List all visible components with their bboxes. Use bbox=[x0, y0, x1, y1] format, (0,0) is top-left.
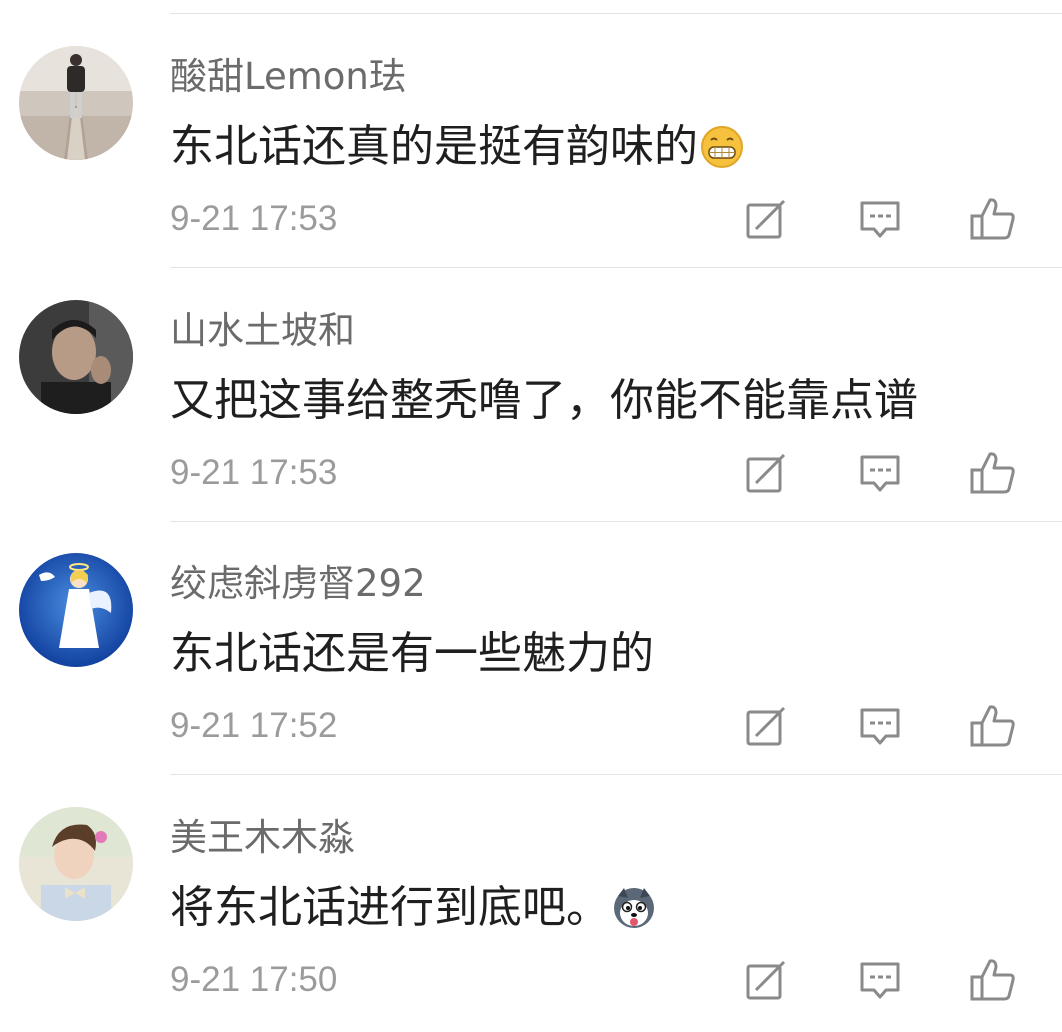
comment-text: 东北话还真的是挺有韵味的 bbox=[170, 125, 744, 177]
comment-timestamp: 9-21 17:50 bbox=[170, 960, 338, 999]
edit-icon bbox=[746, 199, 786, 239]
avatar-angel-blue bbox=[19, 553, 133, 667]
username[interactable]: 酸甜Lemon珐 bbox=[170, 58, 406, 95]
avatar-person-walking-path bbox=[19, 46, 133, 160]
username[interactable]: 山水土坡和 bbox=[170, 312, 355, 349]
thumbs-up-icon bbox=[970, 198, 1015, 240]
reply-comment-icon bbox=[860, 201, 900, 238]
reply-button[interactable] bbox=[855, 448, 905, 498]
thumbs-up-icon bbox=[970, 705, 1015, 747]
comment-item: 山水土坡和 又把这事给整秃噜了，你能不能靠点谱 9-21 17:53 bbox=[0, 268, 1062, 522]
user-avatar[interactable] bbox=[19, 300, 133, 414]
comment-item: 酸甜Lemon珐 东北话还真的是挺有韵味的 9-21 17:53 bbox=[0, 14, 1062, 268]
reply-comment-icon bbox=[860, 962, 900, 999]
like-button[interactable] bbox=[968, 194, 1018, 244]
username[interactable]: 美王木木淼 bbox=[170, 819, 355, 856]
like-button[interactable] bbox=[968, 448, 1018, 498]
grin-emoji bbox=[700, 125, 744, 177]
avatar-young-man-bowtie bbox=[19, 807, 133, 921]
edit-icon bbox=[746, 453, 786, 493]
edit-button[interactable] bbox=[741, 194, 791, 244]
like-button[interactable] bbox=[968, 701, 1018, 751]
comment-text-body: 东北话还是有一些魅力的 bbox=[170, 628, 654, 679]
edit-button[interactable] bbox=[741, 701, 791, 751]
comment-text: 东北话还是有一些魅力的 bbox=[170, 632, 654, 676]
edit-icon bbox=[746, 960, 786, 1000]
comment-timestamp: 9-21 17:53 bbox=[170, 453, 338, 492]
comment-text-body: 将东北话进行到底吧。 bbox=[170, 882, 610, 933]
like-button[interactable] bbox=[968, 955, 1018, 1005]
comment-item: 美王木木淼 将东北话进行到底吧。 9-21 17:50 bbox=[0, 775, 1062, 1029]
reply-comment-icon bbox=[860, 708, 900, 745]
edit-button[interactable] bbox=[741, 955, 791, 1005]
thumbs-up-icon bbox=[970, 959, 1015, 1001]
comment-timestamp: 9-21 17:52 bbox=[170, 706, 338, 745]
comment-text: 将东北话进行到底吧。 bbox=[170, 886, 656, 938]
husky-emoji bbox=[612, 886, 656, 938]
edit-button[interactable] bbox=[741, 448, 791, 498]
user-avatar[interactable] bbox=[19, 553, 133, 667]
edit-icon bbox=[746, 706, 786, 746]
thumbs-up-icon bbox=[970, 452, 1015, 494]
reply-button[interactable] bbox=[855, 955, 905, 1005]
reply-button[interactable] bbox=[855, 194, 905, 244]
comment-text: 又把这事给整秃噜了，你能不能靠点谱 bbox=[170, 379, 918, 423]
avatar-man-portrait-dark bbox=[19, 300, 133, 414]
comment-timestamp: 9-21 17:53 bbox=[170, 199, 338, 238]
comment-text-body: 东北话还真的是挺有韵味的 bbox=[170, 121, 698, 172]
username[interactable]: 绞虑斜虏督292 bbox=[170, 565, 426, 602]
user-avatar[interactable] bbox=[19, 46, 133, 160]
comment-item: 绞虑斜虏督292 东北话还是有一些魅力的 9-21 17:52 bbox=[0, 521, 1062, 775]
user-avatar[interactable] bbox=[19, 807, 133, 921]
reply-button[interactable] bbox=[855, 701, 905, 751]
reply-comment-icon bbox=[860, 455, 900, 492]
comment-text-body: 又把这事给整秃噜了，你能不能靠点谱 bbox=[170, 375, 918, 426]
